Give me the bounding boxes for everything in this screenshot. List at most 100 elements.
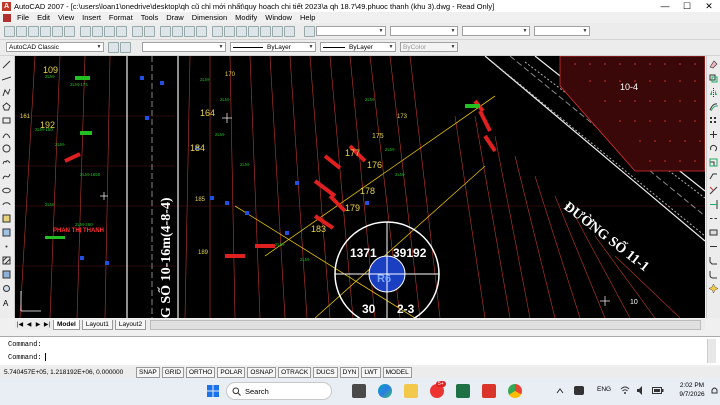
- menu-file[interactable]: File: [13, 12, 33, 23]
- zoom-previous-icon[interactable]: [196, 26, 207, 37]
- region-icon[interactable]: [2, 284, 11, 293]
- document-icon[interactable]: [3, 13, 11, 22]
- dyn-button[interactable]: DYN: [339, 367, 360, 378]
- text-style-select[interactable]: ▼: [316, 26, 386, 36]
- ellipse-arc-icon[interactable]: [2, 200, 11, 209]
- calculator-icon[interactable]: [272, 26, 283, 37]
- pan-icon[interactable]: [160, 26, 171, 37]
- fillet-icon[interactable]: [709, 270, 718, 279]
- move-icon[interactable]: [709, 130, 718, 139]
- otrack-button[interactable]: OTRACK: [278, 367, 312, 378]
- chrome-icon[interactable]: [508, 384, 522, 398]
- menu-draw[interactable]: Draw: [162, 12, 188, 23]
- paste-icon[interactable]: [104, 26, 115, 37]
- copy-icon[interactable]: [92, 26, 103, 37]
- menu-tools[interactable]: Tools: [137, 12, 163, 23]
- linetype-select[interactable]: ByLayer ▼: [230, 42, 316, 52]
- text-style-icon[interactable]: [304, 26, 315, 37]
- scale-icon[interactable]: [709, 158, 718, 167]
- autocad-taskbar-icon[interactable]: [482, 384, 496, 398]
- construction-line-icon[interactable]: [2, 74, 11, 83]
- new-icon[interactable]: [4, 26, 15, 37]
- plot-style-select[interactable]: ▼: [534, 26, 590, 36]
- menu-help[interactable]: Help: [296, 12, 319, 23]
- osnap-button[interactable]: OSNAP: [247, 367, 277, 378]
- edge-browser-icon[interactable]: [378, 384, 392, 398]
- lwt-button[interactable]: LWT: [361, 367, 381, 378]
- cad-drawing[interactable]: 2LM-2LM-1752LM-1502LM- 2LM-16502LM-2LM-2…: [15, 56, 705, 318]
- chevron-up-icon[interactable]: [556, 387, 564, 395]
- menu-edit[interactable]: Edit: [33, 12, 54, 23]
- mirror-icon[interactable]: [709, 88, 718, 97]
- make-block-icon[interactable]: [2, 228, 11, 237]
- first-tab-button[interactable]: |◀: [16, 321, 24, 329]
- autocad-app-icon[interactable]: A: [2, 1, 11, 11]
- hatch-icon[interactable]: [2, 256, 11, 265]
- offset-icon[interactable]: [709, 102, 718, 111]
- revision-cloud-icon[interactable]: [2, 158, 11, 167]
- line-icon[interactable]: [2, 60, 11, 69]
- volume-icon[interactable]: [636, 386, 646, 395]
- workspace-select[interactable]: AutoCAD Classic ▼: [6, 42, 104, 52]
- notification-bell-icon[interactable]: [710, 386, 719, 395]
- open-icon[interactable]: [16, 26, 27, 37]
- mtext-icon[interactable]: A: [2, 298, 11, 307]
- circle-icon[interactable]: [2, 144, 11, 153]
- cut-icon[interactable]: [80, 26, 91, 37]
- polar-button[interactable]: POLAR: [217, 367, 246, 378]
- zoom-realtime-icon[interactable]: [172, 26, 183, 37]
- menu-format[interactable]: Format: [105, 12, 137, 23]
- command-scrollbar[interactable]: [707, 339, 716, 363]
- markup-icon[interactable]: [260, 26, 271, 37]
- trim-icon[interactable]: [709, 186, 718, 195]
- grid-button[interactable]: GRID: [161, 367, 184, 378]
- wifi-icon[interactable]: [620, 386, 630, 395]
- last-tab-button[interactable]: ▶|: [43, 321, 51, 329]
- point-icon[interactable]: [2, 242, 11, 251]
- tool-palettes-icon[interactable]: [236, 26, 247, 37]
- excel-icon[interactable]: [456, 384, 470, 398]
- polygon-icon[interactable]: [2, 102, 11, 111]
- menu-insert[interactable]: Insert: [78, 12, 105, 23]
- save-icon[interactable]: [28, 26, 39, 37]
- redo-icon[interactable]: [144, 26, 155, 37]
- rotate-icon[interactable]: [709, 144, 718, 153]
- tab-layout1[interactable]: Layout1: [81, 319, 113, 330]
- model-button[interactable]: MODEL: [382, 367, 412, 378]
- workspace-settings-icon[interactable]: [108, 42, 119, 53]
- menu-window[interactable]: Window: [261, 12, 296, 23]
- minimize-button[interactable]: —: [654, 0, 676, 12]
- insert-block-icon[interactable]: [2, 214, 11, 223]
- break-at-point-icon[interactable]: [709, 214, 718, 223]
- print-icon[interactable]: [40, 26, 51, 37]
- drawing-canvas[interactable]: 2LM- 2LM-175 2LM-150 2LM- 2LM-1650 2LM- 2LM-2…: [15, 56, 705, 318]
- maximize-button[interactable]: ☐: [676, 0, 698, 12]
- ellipse-icon[interactable]: [2, 186, 11, 195]
- snap-button[interactable]: SNAP: [136, 367, 160, 378]
- ortho-button[interactable]: ORTHO: [185, 367, 216, 378]
- polyline-icon[interactable]: [2, 88, 11, 97]
- break-icon[interactable]: [709, 228, 718, 237]
- ducs-button[interactable]: DUCS: [313, 367, 338, 378]
- onedrive-icon[interactable]: [574, 386, 584, 395]
- next-tab-button[interactable]: ▶: [34, 321, 42, 329]
- preview-icon[interactable]: [52, 26, 63, 37]
- copy-object-icon[interactable]: [709, 74, 718, 83]
- join-icon[interactable]: [709, 242, 718, 251]
- plotstyle-select[interactable]: ByColor ▼: [400, 42, 458, 52]
- horizontal-scrollbar[interactable]: [150, 319, 701, 330]
- battery-icon[interactable]: [652, 386, 664, 395]
- layer-manager-icon[interactable]: [120, 42, 131, 53]
- lineweight-select[interactable]: ByLayer ▼: [320, 42, 396, 52]
- system-clock[interactable]: 2:02 PM 9/7/2026: [670, 381, 714, 399]
- stretch-icon[interactable]: [709, 172, 718, 181]
- tab-layout2[interactable]: Layout2: [114, 319, 147, 330]
- arc-icon[interactable]: [2, 130, 11, 139]
- gradient-icon[interactable]: [2, 270, 11, 279]
- tab-model[interactable]: Model: [53, 319, 80, 330]
- array-icon[interactable]: [709, 116, 718, 125]
- file-explorer-icon[interactable]: [404, 384, 418, 398]
- design-center-icon[interactable]: [224, 26, 235, 37]
- spline-icon[interactable]: [2, 172, 11, 181]
- windows-start-icon[interactable]: [206, 384, 220, 398]
